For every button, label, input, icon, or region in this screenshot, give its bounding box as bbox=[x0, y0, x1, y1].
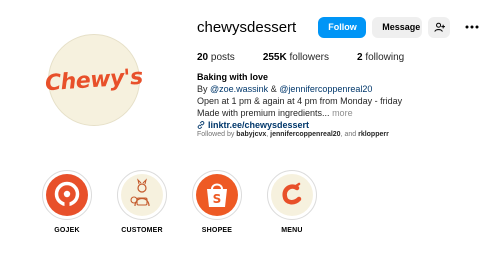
bio-ingredients: Made with premium ingredients... more bbox=[197, 108, 353, 118]
highlight-label: GOJEK bbox=[54, 227, 80, 234]
link-icon bbox=[197, 121, 205, 129]
followers-stat[interactable]: 255K followers bbox=[263, 52, 329, 63]
profile-stats: 20 posts 255K followers 2 following bbox=[197, 52, 432, 63]
profile-avatar[interactable]: Chewy's bbox=[44, 34, 144, 126]
username: chewysdessert bbox=[197, 18, 297, 36]
customer-icon bbox=[130, 178, 150, 207]
svg-text:S: S bbox=[213, 192, 222, 206]
story-highlights: GOJEK CUSTOMER S SHOPEE MENU bbox=[42, 170, 342, 234]
avatar-logo-text: Chewy's bbox=[44, 64, 144, 96]
bio-name: Baking with love bbox=[197, 72, 269, 82]
bio-more-link[interactable]: more bbox=[330, 108, 353, 118]
mention-link[interactable]: @jennifercoppenreal20 bbox=[279, 84, 372, 94]
profile-bio: Baking with love By @zoe.wassink & @jenn… bbox=[197, 71, 467, 131]
follow-button[interactable]: Follow bbox=[318, 16, 367, 38]
add-user-icon bbox=[434, 22, 445, 32]
posts-stat: 20 posts bbox=[197, 52, 235, 63]
suggested-accounts-button[interactable] bbox=[428, 16, 451, 38]
followed-by[interactable]: Followed by babyjcvx, jennifercoppenreal… bbox=[197, 131, 389, 138]
mention-link[interactable]: @zoe.wassink bbox=[210, 84, 268, 94]
highlight-shopee[interactable]: S SHOPEE bbox=[192, 170, 242, 234]
profile-header-row: chewysdessert Follow Message bbox=[197, 16, 480, 38]
highlight-label: SHOPEE bbox=[201, 227, 233, 234]
bio-external-link[interactable]: linktr.ee/chewysdessert bbox=[197, 119, 467, 131]
highlight-gojek[interactable]: GOJEK bbox=[42, 170, 92, 234]
highlight-label: MENU bbox=[281, 227, 303, 234]
shopee-bag-icon: S bbox=[207, 183, 227, 207]
more-icon bbox=[465, 25, 479, 29]
highlight-menu[interactable]: MENU bbox=[267, 170, 317, 234]
message-button[interactable]: Message bbox=[372, 16, 423, 38]
more-options-button[interactable] bbox=[462, 17, 480, 37]
highlight-customer[interactable]: CUSTOMER bbox=[117, 170, 167, 234]
bio-hours: Open at 1 pm & again at 4 pm from Monday… bbox=[197, 96, 403, 106]
chewys-c-icon bbox=[282, 182, 302, 205]
highlight-label: CUSTOMER bbox=[121, 227, 163, 234]
following-stat[interactable]: 2 following bbox=[357, 52, 404, 63]
gojek-icon bbox=[54, 181, 80, 208]
bio-authors: By @zoe.wassink & @jennifercoppenreal20 bbox=[197, 84, 373, 94]
